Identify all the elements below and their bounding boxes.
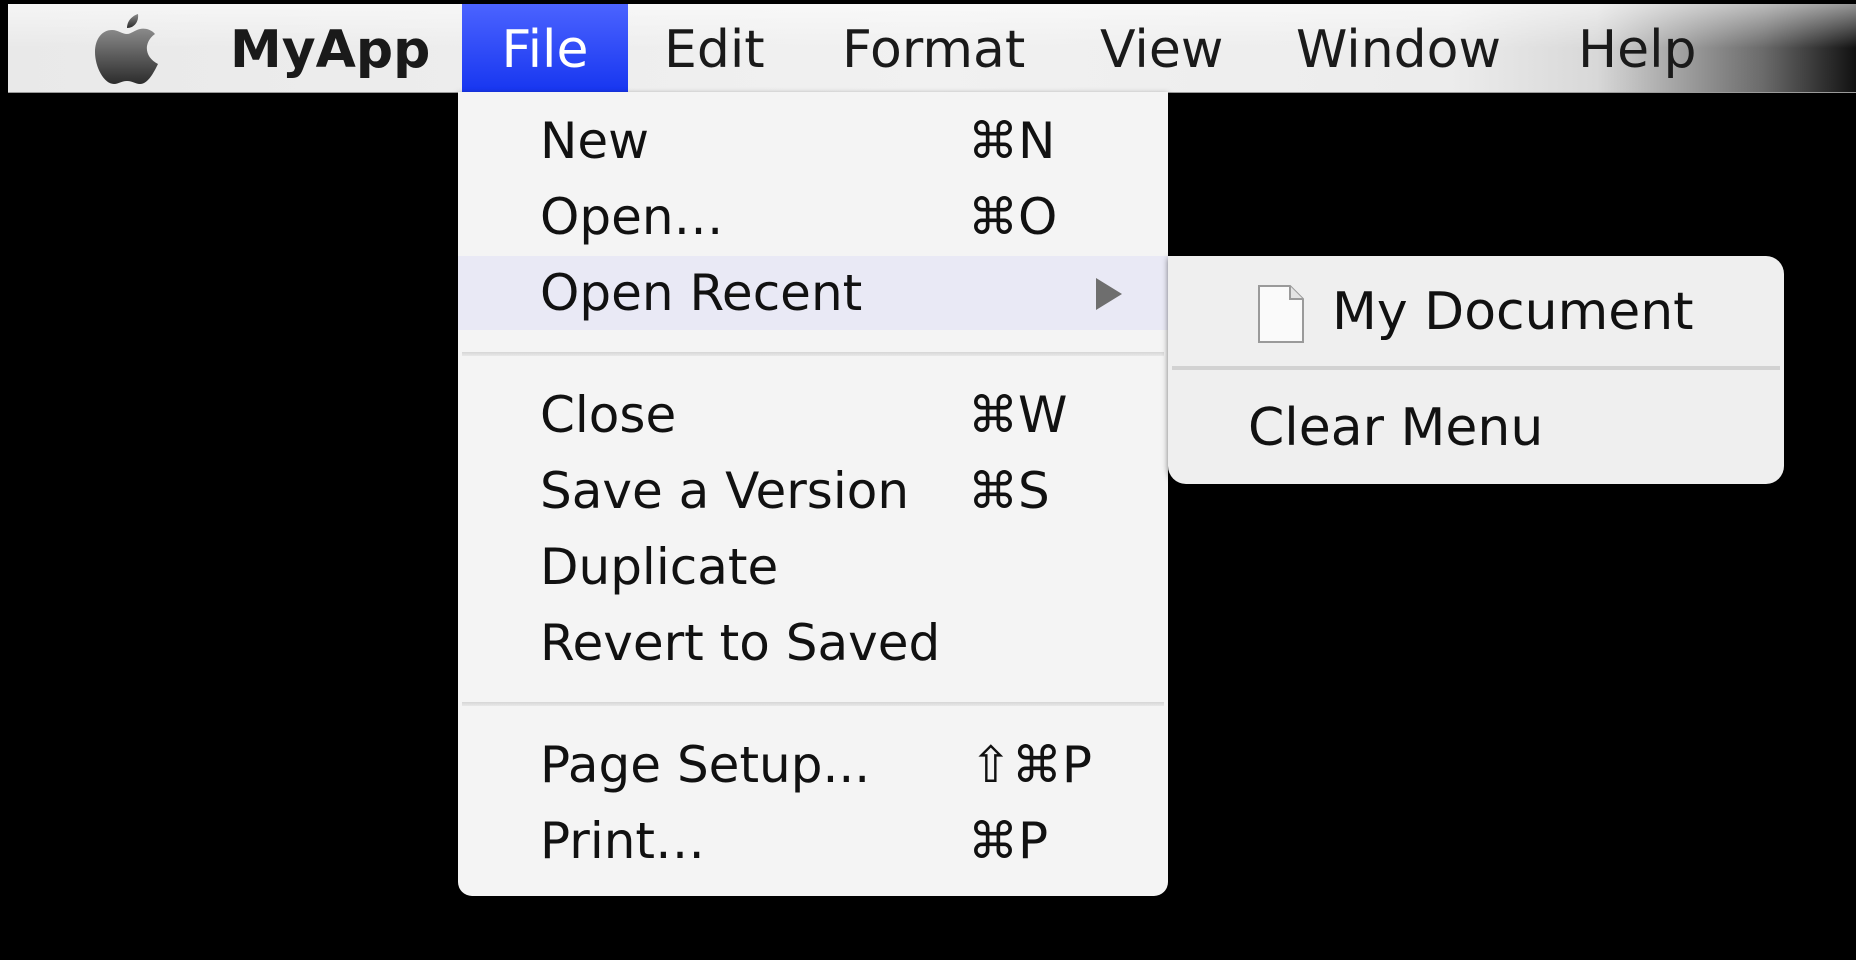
menu-item-label: Revert to Saved <box>540 614 941 672</box>
document-icon <box>1258 285 1304 343</box>
menu-window[interactable]: Window <box>1296 4 1501 92</box>
submenu-item-label: Clear Menu <box>1248 398 1544 458</box>
submenu-arrow-icon <box>1096 278 1122 310</box>
file-menu-dropdown: New ⌘N Open… ⌘O Open Recent Close ⌘W Sav… <box>458 92 1168 896</box>
menu-item-shortcut: ⌘P <box>968 812 1049 870</box>
menu-item-shortcut: ⌘S <box>968 462 1050 520</box>
menu-item-shortcut: ⇧⌘P <box>970 736 1093 794</box>
menu-app-name[interactable]: MyApp <box>230 4 430 92</box>
menu-item-revert-to-saved[interactable]: Revert to Saved <box>458 606 1168 680</box>
menu-edit[interactable]: Edit <box>664 4 765 92</box>
menu-view[interactable]: View <box>1100 4 1223 92</box>
menu-separator <box>462 702 1164 706</box>
menu-item-label: Save a Version <box>540 462 910 520</box>
submenu-separator <box>1172 366 1780 370</box>
menu-item-print[interactable]: Print… ⌘P <box>458 804 1168 878</box>
menu-separator <box>462 352 1164 356</box>
menu-item-save-a-version[interactable]: Save a Version ⌘S <box>458 454 1168 528</box>
menu-file[interactable]: File <box>462 4 628 92</box>
menu-help[interactable]: Help <box>1578 4 1697 92</box>
submenu-item-label: My Document <box>1332 282 1694 342</box>
menu-item-shortcut: ⌘W <box>968 386 1068 444</box>
menu-item-open-recent[interactable]: Open Recent <box>458 256 1168 330</box>
menu-item-label: Print… <box>540 812 706 870</box>
menu-item-duplicate[interactable]: Duplicate <box>458 530 1168 604</box>
menu-bar: MyApp File Edit Format View Window Help <box>8 4 1856 93</box>
menu-format[interactable]: Format <box>842 4 1025 92</box>
open-recent-submenu: My Document Clear Menu <box>1168 256 1784 484</box>
submenu-item-clear-menu[interactable]: Clear Menu <box>1168 378 1784 478</box>
menu-item-label: Duplicate <box>540 538 779 596</box>
submenu-item-my-document[interactable]: My Document <box>1168 262 1784 362</box>
menu-item-new[interactable]: New ⌘N <box>458 104 1168 178</box>
menu-item-label: Page Setup... <box>540 736 871 794</box>
menu-item-close[interactable]: Close ⌘W <box>458 378 1168 452</box>
menu-item-label: New <box>540 112 650 170</box>
menu-item-label: Open Recent <box>540 264 863 322</box>
menu-item-label: Close <box>540 386 677 444</box>
menu-item-shortcut: ⌘O <box>968 188 1058 246</box>
apple-icon[interactable] <box>92 10 162 88</box>
menu-item-shortcut: ⌘N <box>968 112 1056 170</box>
menu-item-page-setup[interactable]: Page Setup... ⇧⌘P <box>458 728 1168 802</box>
menu-item-open[interactable]: Open… ⌘O <box>458 180 1168 254</box>
menu-item-label: Open… <box>540 188 724 246</box>
screen: MyApp File Edit Format View Window Help … <box>0 0 1856 960</box>
